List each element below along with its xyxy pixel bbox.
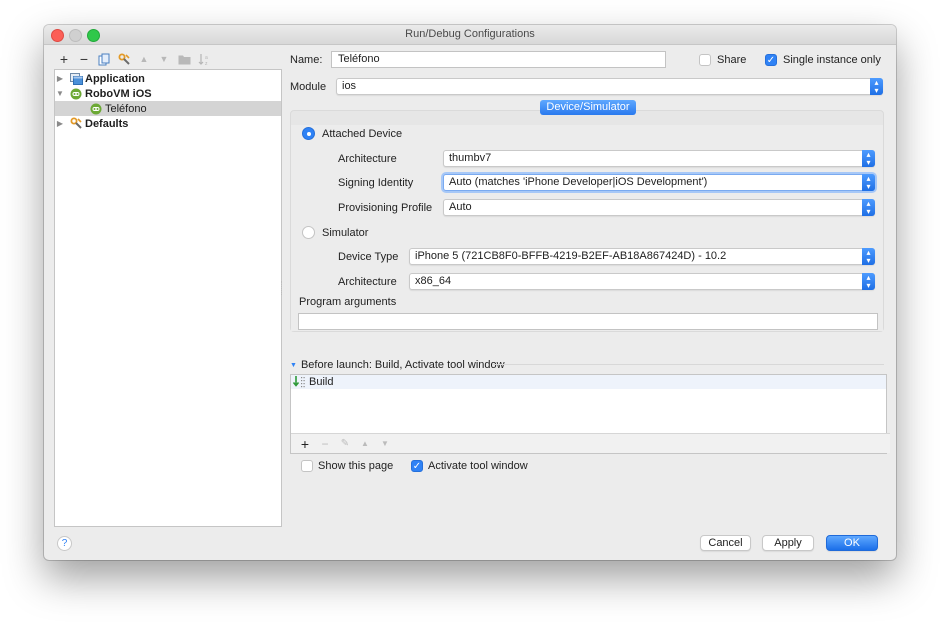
simulator-architecture-value: x86_64 [415,275,452,287]
signing-identity-label: Signing Identity [338,177,414,189]
copy-icon [98,53,110,65]
tree-item-label: RoboVM iOS [85,87,152,100]
collapse-triangle-icon: ▼ [290,361,297,369]
simulator-architecture-select[interactable]: x86_64 ▴ ▾ [409,273,875,290]
signing-identity-select[interactable]: Auto (matches 'iPhone Developer|iOS Deve… [443,174,875,191]
remove-task-button[interactable]: − [315,437,335,451]
name-label: Name: [290,54,323,66]
activate-tool-window-label[interactable]: Activate tool window [428,460,528,472]
attached-device-radio[interactable] [302,127,315,140]
edit-defaults-button[interactable] [114,51,134,67]
ok-button[interactable]: OK [826,535,878,551]
provisioning-profile-label: Provisioning Profile [338,202,433,214]
program-arguments-label: Program arguments [299,296,397,308]
module-value: ios [342,80,357,92]
device-type-value: iPhone 5 (721CB8F0-BFFB-4219-B2EF-AB18A8… [415,250,727,262]
device-type-label: Device Type [338,251,399,263]
minus-icon: − [79,51,89,67]
robovm-icon [90,103,102,114]
module-select[interactable]: ios ▴ ▾ [336,78,883,95]
signing-identity-value: Auto (matches 'iPhone Developer|iOS Deve… [449,176,708,188]
build-icon [293,376,305,388]
edit-task-button[interactable]: ✎ [335,438,355,449]
add-task-button[interactable]: + [295,436,315,452]
simulator-label[interactable]: Simulator [322,227,368,239]
title-bar: Run/Debug Configurations [44,25,896,45]
before-launch-task-list: Build + − ✎ ▲ ▼ [290,374,890,454]
sort-configurations-button[interactable]: az [194,51,214,67]
move-down-button[interactable]: ▼ [154,51,174,67]
tab-device-simulator[interactable]: Device/Simulator [540,100,636,115]
before-launch-toggle[interactable]: ▼ Before launch: Build, Activate tool wi… [290,359,505,371]
folder-icon [178,55,190,64]
tree-item-label: Defaults [85,117,129,130]
before-launch-header: Before launch: Build, Activate tool wind… [300,359,505,371]
tree-item-telefono[interactable]: Teléfono [55,101,281,116]
architecture-value: thumbv7 [449,152,492,164]
select-stepper-icon: ▴ ▾ [862,174,875,191]
help-button[interactable]: ? [57,536,72,551]
apply-button[interactable]: Apply [762,535,814,551]
tree-item-label: Teléfono [105,102,147,115]
tree-item-robovm-ios[interactable]: ▼ RoboVM iOS [55,86,281,101]
simulator-radio[interactable] [302,226,315,239]
single-instance-checkbox[interactable]: ✓ [765,54,777,66]
wrench-icon [118,53,130,65]
application-icon [69,72,83,85]
select-stepper-icon: ▴ ▾ [862,150,875,167]
run-debug-configurations-dialog: Run/Debug Configurations + − ▲ ▼ az ▶ Ap… [44,25,896,560]
select-stepper-icon: ▴ ▾ [870,78,883,95]
configurations-tree: ▶ Application ▼ RoboVM iOS Teléfono ▶ De… [54,69,282,527]
architecture-select[interactable]: thumbv7 ▴ ▾ [443,150,875,167]
create-folder-button[interactable] [174,51,194,67]
cancel-button[interactable]: Cancel [700,535,751,551]
move-up-button[interactable]: ▲ [134,51,154,67]
tree-item-defaults[interactable]: ▶ Defaults [55,116,281,131]
question-icon: ? [61,538,68,549]
task-row-build[interactable]: Build [291,375,886,389]
activate-tool-window-checkbox[interactable]: ✓ [411,460,423,472]
show-this-page-label[interactable]: Show this page [318,460,393,472]
collapse-arrow-icon[interactable]: ▼ [55,89,65,98]
select-stepper-icon: ▴ ▾ [862,199,875,216]
sort-icon: az [198,53,208,66]
svg-text:z: z [205,61,208,66]
single-instance-label[interactable]: Single instance only [783,54,881,66]
module-label: Module [290,81,327,93]
device-type-select[interactable]: iPhone 5 (721CB8F0-BFFB-4219-B2EF-AB18A8… [409,248,875,265]
simulator-architecture-label: Architecture [338,276,397,288]
window-title: Run/Debug Configurations [405,28,535,40]
wrench-icon [70,117,82,129]
share-checkbox[interactable] [699,54,711,66]
remove-configuration-button[interactable]: − [74,51,94,67]
task-label: Build [309,376,334,388]
expand-arrow-icon[interactable]: ▶ [55,119,65,128]
arrow-down-icon: ▼ [159,54,169,64]
splitter-handle[interactable] [281,281,285,295]
configurations-toolbar: + − ▲ ▼ az [54,51,214,67]
copy-configuration-button[interactable] [94,51,114,67]
arrow-up-icon: ▲ [139,54,149,64]
section-divider [492,364,884,365]
provisioning-profile-value: Auto [449,201,472,213]
share-label[interactable]: Share [717,54,746,66]
select-stepper-icon: ▴ ▾ [862,273,875,290]
add-configuration-button[interactable]: + [54,51,74,67]
select-stepper-icon: ▴ ▾ [862,248,875,265]
before-launch-toolbar: + − ✎ ▲ ▼ [291,433,890,453]
architecture-label: Architecture [338,153,397,165]
tree-item-label: Application [85,72,145,85]
plus-icon: + [59,51,69,67]
name-input[interactable]: Teléfono [331,51,666,68]
program-arguments-input[interactable] [298,313,878,330]
move-task-down-button[interactable]: ▼ [375,439,395,448]
tree-item-application[interactable]: ▶ Application [55,71,281,86]
attached-device-label[interactable]: Attached Device [322,128,402,140]
move-task-up-button[interactable]: ▲ [355,439,375,448]
expand-arrow-icon[interactable]: ▶ [55,74,65,83]
provisioning-profile-select[interactable]: Auto ▴ ▾ [443,199,875,216]
show-this-page-checkbox[interactable] [301,460,313,472]
robovm-icon [70,88,82,99]
